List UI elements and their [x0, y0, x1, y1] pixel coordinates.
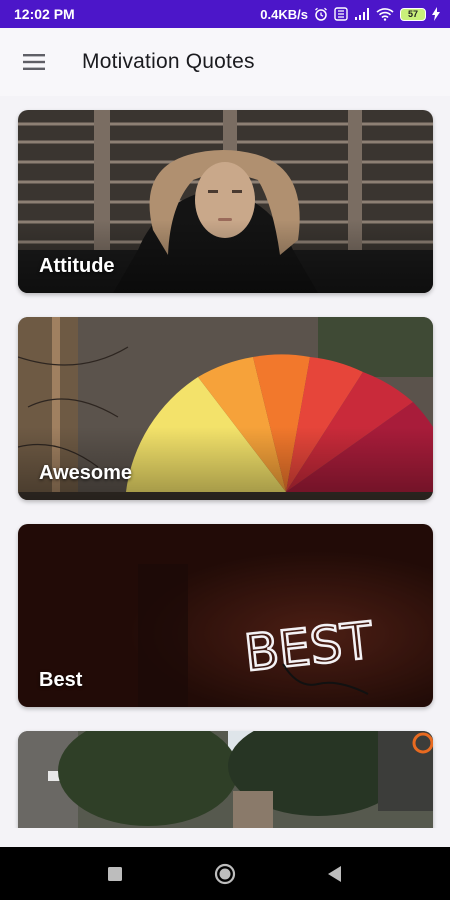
data-icon	[334, 7, 348, 21]
wifi-icon	[376, 7, 394, 21]
menu-button[interactable]	[18, 46, 50, 78]
status-icons: 0.4KB/s 57	[260, 7, 440, 22]
category-card-awesome[interactable]: Awesome	[18, 317, 433, 500]
system-nav-bar	[0, 847, 450, 900]
category-label: Awesome	[39, 462, 133, 484]
category-image-street	[18, 731, 433, 828]
status-bar: 12:02 PM 0.4KB/s 57	[0, 0, 450, 28]
square-icon	[108, 866, 122, 881]
network-speed: 0.4KB/s	[260, 6, 308, 22]
category-card-street[interactable]	[18, 731, 433, 828]
category-card-best[interactable]: BEST Best	[18, 524, 433, 707]
category-label: Best	[39, 669, 83, 691]
recent-apps-button[interactable]	[95, 854, 135, 894]
app-bar: Motivation Quotes	[0, 28, 450, 96]
battery-level: 57	[407, 9, 418, 19]
category-list[interactable]: Attitude Awesome BEST Best	[0, 96, 450, 828]
charging-icon	[432, 7, 440, 21]
page-title: Motivation Quotes	[82, 50, 255, 73]
hamburger-menu-icon	[23, 54, 45, 70]
back-triangle-icon	[328, 865, 341, 882]
signal-icon	[354, 7, 370, 21]
alarm-icon	[314, 7, 328, 21]
category-card-attitude[interactable]: Attitude	[18, 110, 433, 293]
back-button[interactable]	[315, 854, 355, 894]
home-button[interactable]	[205, 854, 245, 894]
circle-icon	[214, 863, 236, 884]
status-time: 12:02 PM	[14, 6, 75, 22]
battery-icon: 57	[400, 7, 426, 21]
category-label: Attitude	[39, 255, 115, 277]
